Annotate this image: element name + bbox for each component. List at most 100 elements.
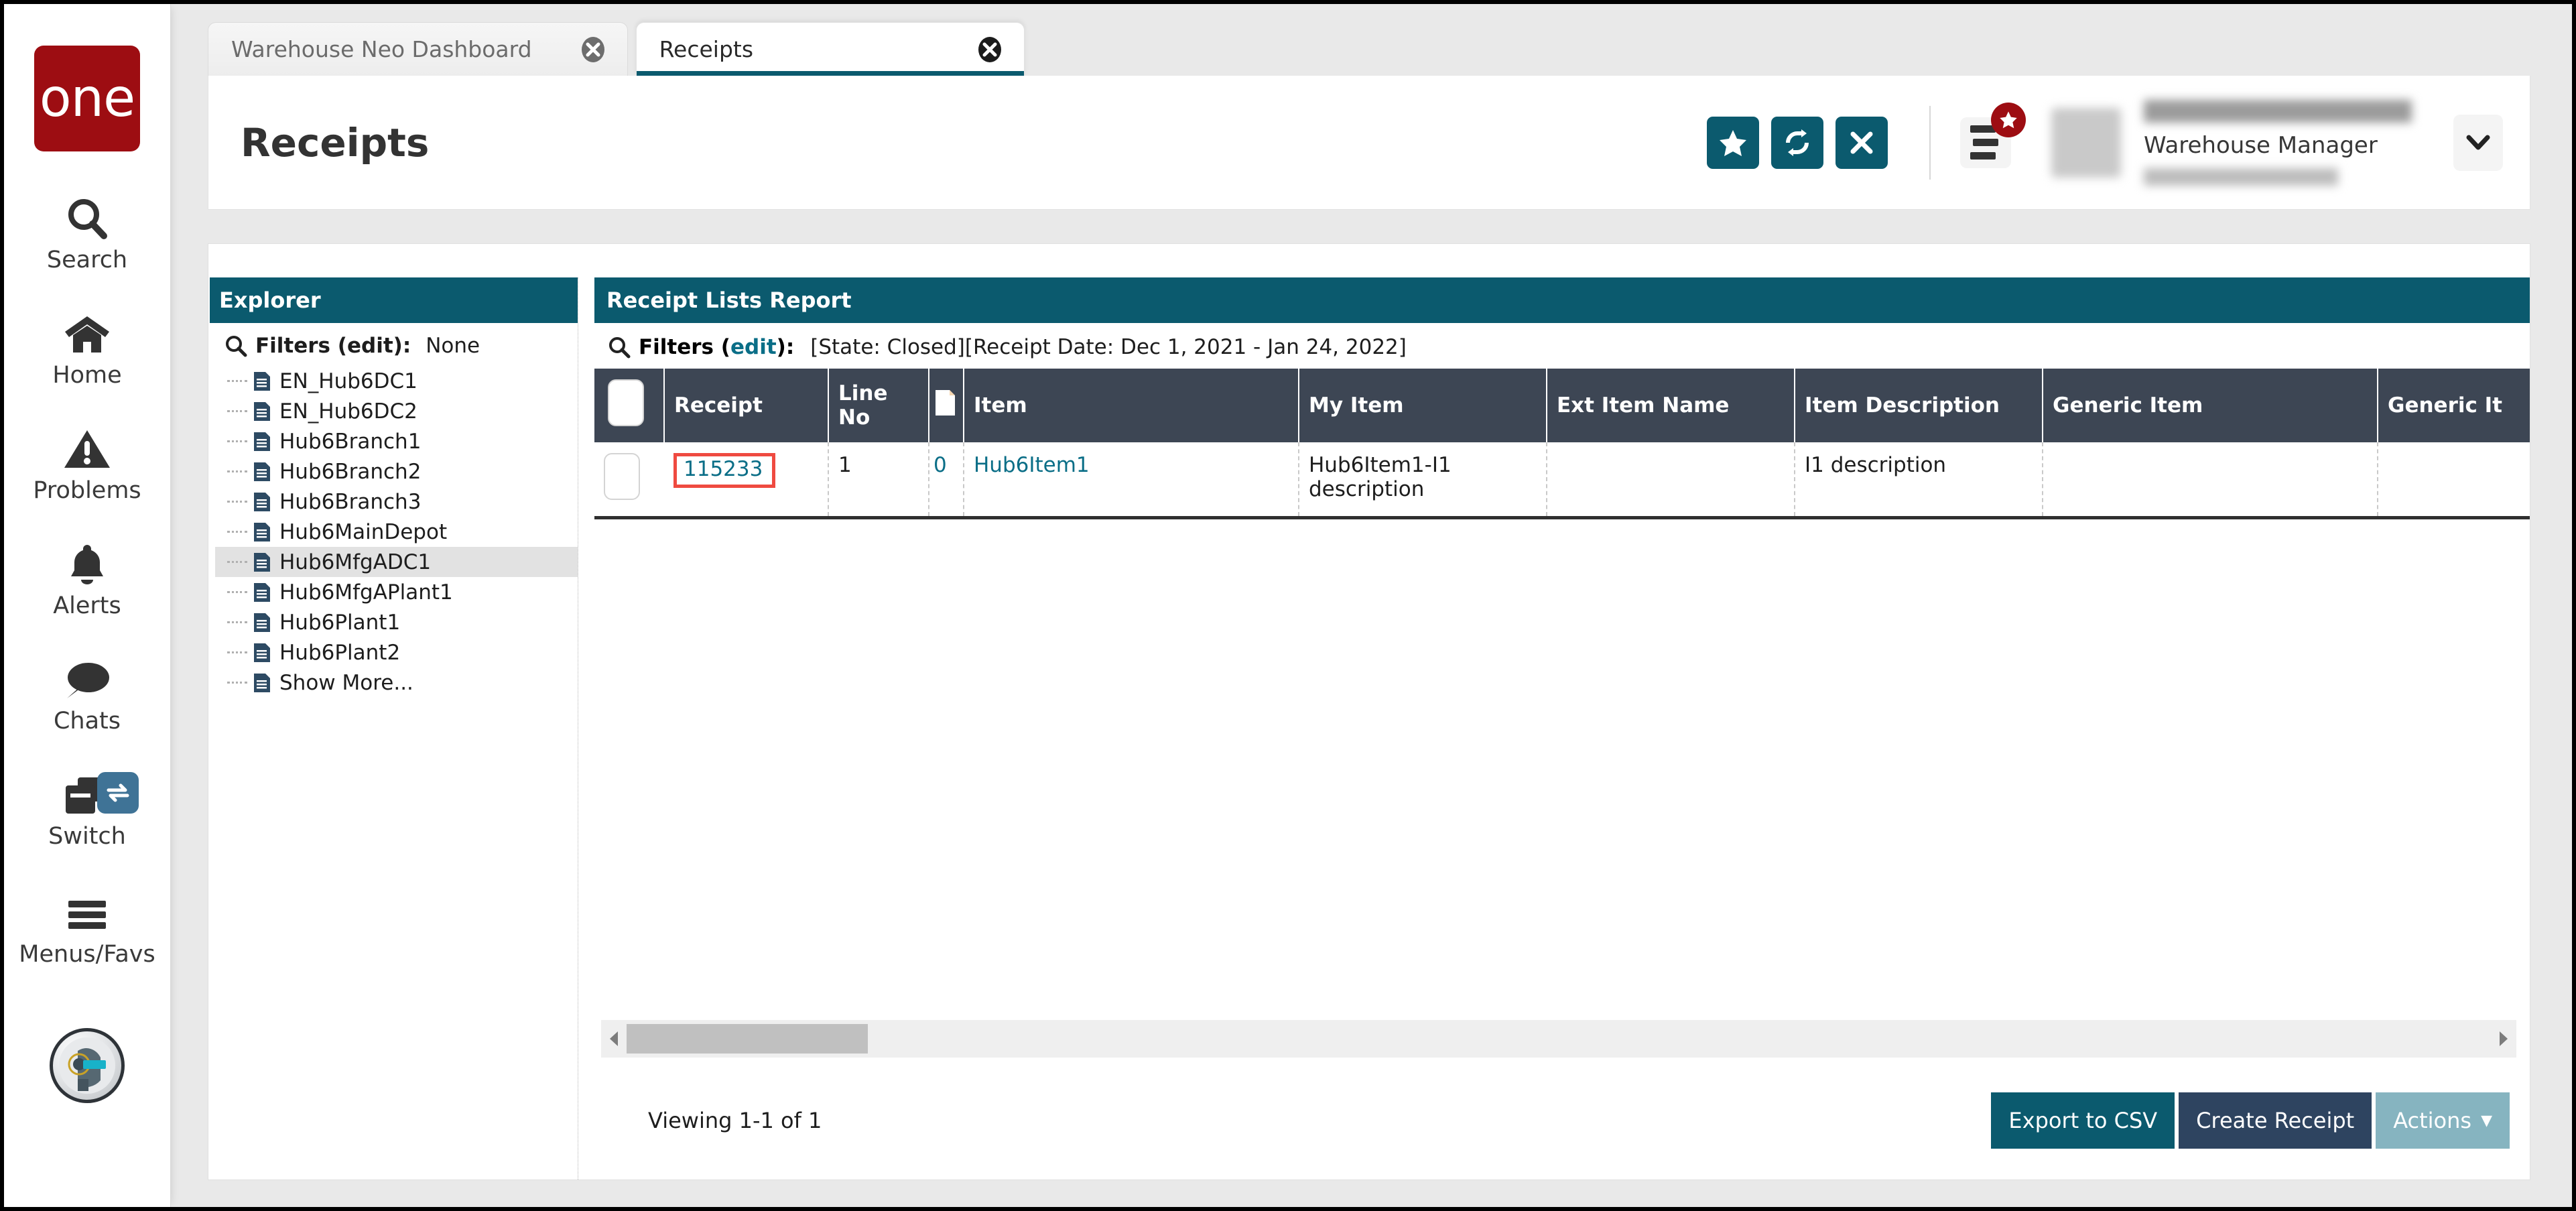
column-header-item-description[interactable]: Item Description	[1795, 369, 2043, 442]
report-panel: Receipt Lists Report Filters ( edit ): […	[578, 277, 2530, 1180]
rail-item-home[interactable]: Home	[4, 298, 171, 389]
tree-item-hub6maindepot[interactable]: Hub6MainDepot	[215, 517, 578, 547]
x-icon	[1850, 131, 1873, 153]
column-header-document[interactable]	[929, 369, 964, 442]
tree-item-hub6mfgaplant1[interactable]: Hub6MfgAPlant1	[215, 577, 578, 607]
close-button[interactable]	[1836, 116, 1888, 169]
document-icon	[253, 491, 271, 513]
tree-connector	[227, 651, 247, 653]
column-header-item[interactable]: Item	[964, 369, 1299, 442]
tree-item-label: Hub6Branch2	[279, 459, 422, 484]
rail-item-menus-favs[interactable]: Menus/Favs	[4, 877, 171, 968]
tab-close-icon[interactable]	[755, 36, 1004, 64]
column-header-generic-item[interactable]: Generic Item	[2043, 369, 2378, 442]
app-logo[interactable]: one	[34, 46, 140, 151]
receipts-table: Receipt Line No Item My Item Ext Item Na…	[594, 369, 2530, 516]
caret-down-icon: ▼	[2481, 1112, 2492, 1129]
select-all-checkbox[interactable]	[608, 379, 644, 426]
explorer-filters[interactable]: Filters ( edit ): None	[210, 323, 578, 366]
document-icon	[253, 371, 271, 392]
tree-item-label: Hub6MfgAPlant1	[279, 580, 453, 604]
tree-item-hub6branch3[interactable]: Hub6Branch3	[215, 487, 578, 517]
table-header-row: Receipt Line No Item My Item Ext Item Na…	[594, 369, 2530, 442]
report-filters-edit-link[interactable]: edit	[730, 335, 777, 359]
warning-triangle-icon	[63, 413, 111, 470]
tree-connector	[227, 591, 247, 593]
report-filters[interactable]: Filters ( edit ): [State: Closed][Receip…	[594, 323, 2530, 369]
table-row[interactable]: 115233 1 0 Hub6Item1 Hub6Item1-I1 descri…	[594, 442, 2530, 516]
left-nav-rail: one Search Home Problems Alerts Chats Sw…	[4, 4, 171, 1207]
rail-item-switch[interactable]: Switch	[4, 759, 171, 850]
cell-receipt[interactable]: 115233	[664, 442, 829, 516]
rail-item-chats[interactable]: Chats	[4, 643, 171, 735]
tab-receipts[interactable]: Receipts	[635, 22, 1025, 76]
rail-label-search: Search	[46, 247, 128, 273]
tree-item-en-hub6dc1[interactable]: EN_Hub6DC1	[215, 366, 578, 396]
user-menu-button[interactable]	[2453, 114, 2503, 171]
column-header-ext-item-name[interactable]: Ext Item Name	[1547, 369, 1795, 442]
scrollbar-thumb[interactable]	[627, 1024, 868, 1054]
tree-item-hub6plant1[interactable]: Hub6Plant1	[215, 607, 578, 637]
create-receipt-button[interactable]: Create Receipt	[2179, 1092, 2372, 1149]
rail-item-alerts[interactable]: Alerts	[4, 528, 171, 619]
document-icon	[253, 612, 271, 633]
home-icon	[64, 298, 111, 355]
actions-dropdown-button[interactable]: Actions ▼	[2376, 1092, 2510, 1149]
document-icon	[253, 401, 271, 422]
document-icon	[253, 461, 271, 483]
document-icon	[936, 390, 955, 416]
column-header-generic-item-truncated[interactable]: Generic It	[2378, 369, 2530, 442]
tab-warehouse-neo-dashboard[interactable]: Warehouse Neo Dashboard	[208, 22, 628, 76]
favorite-button[interactable]	[1707, 116, 1759, 169]
cell-document-count[interactable]: 0	[929, 442, 964, 516]
report-table-wrapper: Receipt Line No Item My Item Ext Item Na…	[594, 369, 2530, 519]
rail-item-problems[interactable]: Problems	[4, 413, 171, 504]
switch-toggle-badge[interactable]	[96, 772, 139, 814]
document-icon	[253, 521, 271, 543]
export-to-csv-button[interactable]: Export to CSV	[1991, 1092, 2175, 1149]
bell-icon	[66, 528, 108, 586]
tree-item-hub6branch2[interactable]: Hub6Branch2	[215, 456, 578, 487]
column-header-line-no[interactable]: Line No	[828, 369, 929, 442]
tree-connector	[227, 621, 247, 623]
explorer-panel: Explorer Filters ( edit ): None EN_Hub6D…	[210, 277, 578, 1180]
cell-ext-item-name	[1547, 442, 1795, 516]
cell-generic-item	[2043, 442, 2378, 516]
column-header-receipt[interactable]: Receipt	[664, 369, 829, 442]
tree-item-label: Show More...	[279, 670, 413, 695]
star-icon	[1720, 129, 1746, 156]
horizontal-scrollbar[interactable]	[601, 1020, 2516, 1058]
tree-item-hub6plant2[interactable]: Hub6Plant2	[215, 637, 578, 667]
item-link[interactable]: Hub6Item1	[974, 453, 1090, 477]
tree-item-hub6branch1[interactable]: Hub6Branch1	[215, 426, 578, 456]
search-icon	[226, 336, 247, 357]
scroll-left-arrow[interactable]	[601, 1030, 627, 1047]
row-select-cell[interactable]	[594, 442, 664, 516]
scroll-right-arrow[interactable]	[2491, 1030, 2516, 1047]
tab-close-icon[interactable]	[532, 36, 607, 64]
app-logo-text: one	[39, 68, 135, 129]
actions-label: Actions	[2393, 1108, 2472, 1133]
tree-item-en-hub6dc2[interactable]: EN_Hub6DC2	[215, 396, 578, 426]
cell-item[interactable]: Hub6Item1	[964, 442, 1299, 516]
tree-connector	[227, 682, 247, 684]
tree-item-show-more[interactable]: Show More...	[215, 667, 578, 698]
column-header-my-item[interactable]: My Item	[1299, 369, 1547, 442]
tree-item-label: Hub6MfgADC1	[279, 550, 432, 574]
tree-item-hub6mfgadc1[interactable]: Hub6MfgADC1	[215, 547, 578, 577]
quick-menu-button[interactable]	[1960, 102, 2026, 168]
row-checkbox[interactable]	[604, 453, 640, 500]
tree-item-label: Hub6Plant1	[279, 610, 401, 635]
assistant-avatar-button[interactable]	[50, 1028, 125, 1103]
receipt-link[interactable]: 115233	[673, 453, 776, 489]
tab-label: Receipts	[659, 36, 754, 62]
refresh-button[interactable]	[1771, 116, 1823, 169]
column-header-select[interactable]	[594, 369, 665, 442]
search-icon	[66, 182, 108, 240]
explorer-filters-edit-link[interactable]: edit	[347, 334, 393, 358]
search-icon	[609, 337, 631, 359]
document-count-link[interactable]: 0	[933, 453, 947, 477]
rail-label-chats: Chats	[53, 708, 121, 735]
rail-item-search[interactable]: Search	[4, 182, 171, 273]
robot-avatar-icon	[50, 1028, 125, 1103]
